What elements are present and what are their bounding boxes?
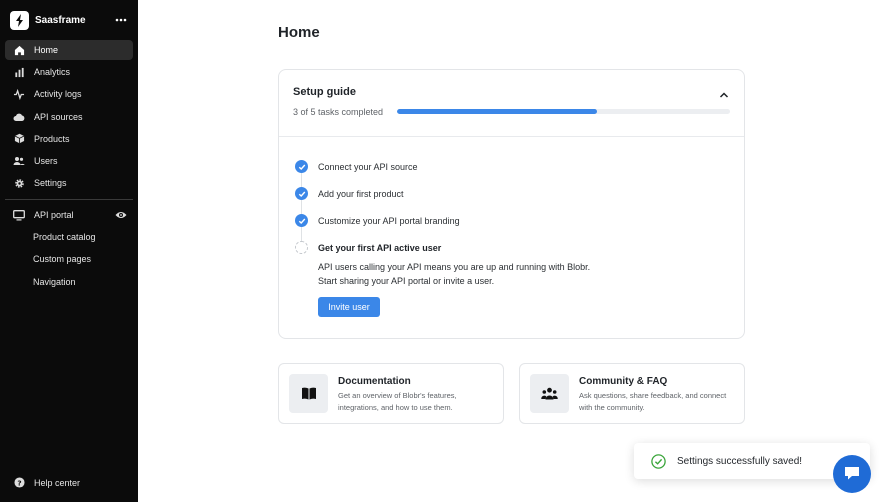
- sidebar-subitem-custom-pages[interactable]: Custom pages: [5, 249, 133, 269]
- check-icon: [295, 214, 308, 227]
- setup-guide-header[interactable]: Setup guide 3 of 5 tasks completed: [279, 70, 744, 137]
- svg-text:?: ?: [17, 479, 21, 488]
- sidebar-divider: [5, 199, 133, 200]
- sidebar-item-label: Products: [34, 133, 70, 144]
- brand-name: Saasframe: [35, 14, 86, 26]
- task-item[interactable]: Connect your API source: [295, 153, 725, 180]
- sidebar-item-label: Users: [34, 155, 58, 166]
- sidebar-subitem-navigation[interactable]: Navigation: [5, 272, 133, 292]
- sidebar-item-help-center[interactable]: ? Help center: [5, 473, 133, 493]
- sidebar-item-home[interactable]: Home: [5, 40, 133, 60]
- task-description-line: Start sharing your API portal or invite …: [318, 275, 495, 286]
- book-icon: [289, 374, 328, 413]
- task-timeline: [301, 162, 302, 242]
- check-icon: [295, 187, 308, 200]
- tile-description: Get an overview of Blobr's features, int…: [338, 391, 457, 412]
- page-title: Home: [278, 24, 320, 41]
- sidebar-item-label: Help center: [34, 477, 81, 488]
- brand[interactable]: Saasframe: [10, 10, 130, 30]
- sidebar-subitem-product-catalog[interactable]: Product catalog: [5, 227, 133, 247]
- invite-user-button[interactable]: Invite user: [318, 297, 380, 317]
- task-description: API users calling your API means you are…: [318, 261, 718, 288]
- sidebar-item-label: Analytics: [34, 67, 71, 78]
- sidebar-item-label: Home: [34, 45, 59, 55]
- gear-icon: [13, 177, 25, 189]
- chat-button[interactable]: [833, 455, 871, 493]
- monitor-icon: [13, 209, 25, 221]
- check-circle-icon: [651, 453, 666, 469]
- box-icon: [13, 133, 25, 145]
- setup-guide-title: Setup guide: [293, 86, 356, 98]
- sidebar-item-users[interactable]: Users: [5, 151, 133, 171]
- bar-chart-icon: [13, 66, 25, 78]
- help-section: ? Help center: [5, 473, 133, 495]
- tile-description: Ask questions, share feedback, and conne…: [579, 391, 727, 412]
- sidebar-subitem-label: Custom pages: [33, 254, 92, 265]
- cloud-icon: [13, 111, 25, 123]
- tile-title: Documentation: [338, 376, 411, 387]
- community-icon: [530, 374, 569, 413]
- help-circle-icon: ?: [13, 477, 25, 489]
- progress-text: 3 of 5 tasks completed: [293, 107, 384, 117]
- progress-bar-fill: [397, 109, 597, 114]
- progress-bar: [397, 109, 730, 114]
- toast-message: Settings successfully saved!: [677, 455, 803, 467]
- task-list: Connect your API source Add your first p…: [295, 153, 725, 261]
- sidebar-item-label: API sources: [34, 111, 83, 122]
- sidebar-subitem-label: Navigation: [33, 276, 76, 287]
- task-label: Connect your API source: [318, 161, 418, 172]
- home-icon: [13, 44, 25, 56]
- sidebar-item-api-portal[interactable]: API portal: [5, 205, 133, 225]
- users-icon: [13, 155, 25, 167]
- activity-icon: [13, 88, 25, 100]
- sidebar-item-label: Settings: [34, 178, 67, 189]
- sidebar: Saasframe Home Analytics Activity logs A…: [0, 0, 138, 502]
- sidebar-item-label: Activity logs: [34, 89, 82, 100]
- more-horizontal-icon[interactable]: [114, 13, 128, 27]
- sidebar-subitem-label: Product catalog: [33, 232, 96, 243]
- task-description-line: API users calling your API means you are…: [318, 262, 591, 272]
- sidebar-item-api-sources[interactable]: API sources: [5, 107, 133, 127]
- documentation-tile[interactable]: Documentation Get an overview of Blobr's…: [278, 363, 504, 424]
- setup-guide-card: Setup guide 3 of 5 tasks completed Conne…: [278, 69, 745, 339]
- task-item-current[interactable]: Get your first API active user: [295, 234, 725, 261]
- portal-nav: API portal Product catalog Custom pages …: [5, 205, 133, 294]
- task-item[interactable]: Customize your API portal branding: [295, 207, 725, 234]
- tile-title: Community & FAQ: [579, 376, 668, 387]
- task-label: Add your first product: [318, 188, 404, 199]
- task-label: Get your first API active user: [318, 242, 442, 253]
- eye-icon[interactable]: [115, 209, 127, 221]
- pending-circle-icon: [295, 241, 308, 254]
- chat-icon: [843, 465, 861, 484]
- sidebar-item-settings[interactable]: Settings: [5, 173, 133, 193]
- main-nav: Home Analytics Activity logs API sources…: [5, 40, 133, 195]
- check-icon: [295, 160, 308, 173]
- lightning-s-icon: [10, 10, 29, 30]
- task-item[interactable]: Add your first product: [295, 180, 725, 207]
- sidebar-item-activity-logs[interactable]: Activity logs: [5, 84, 133, 104]
- chevron-up-icon[interactable]: [718, 88, 730, 100]
- sidebar-item-products[interactable]: Products: [5, 129, 133, 149]
- task-label: Customize your API portal branding: [318, 215, 460, 226]
- community-faq-tile[interactable]: Community & FAQ Ask questions, share fee…: [519, 363, 745, 424]
- sidebar-item-analytics[interactable]: Analytics: [5, 62, 133, 82]
- sidebar-item-label: API portal: [34, 210, 74, 220]
